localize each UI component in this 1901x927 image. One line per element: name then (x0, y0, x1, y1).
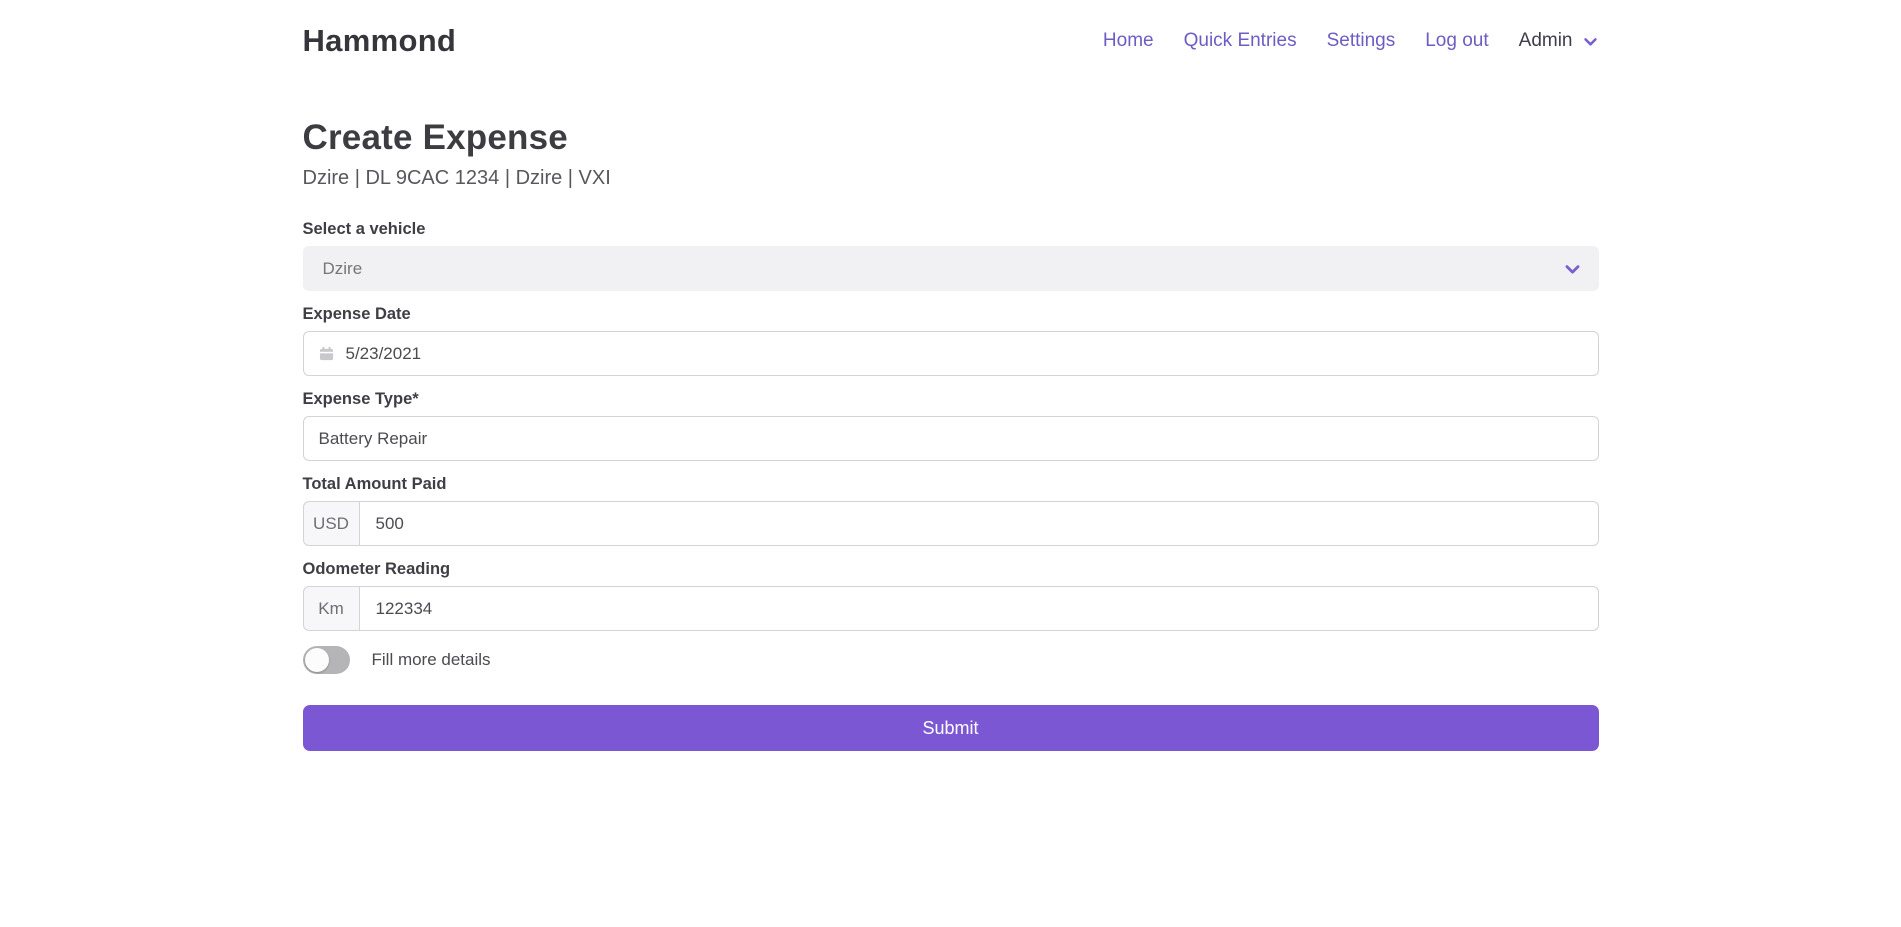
expense-date-input[interactable] (346, 332, 1583, 375)
top-navigation-bar: Hammond Home Quick Entries Settings Log … (303, 0, 1599, 64)
page-title: Create Expense (303, 118, 1599, 158)
nav-link-home[interactable]: Home (1103, 30, 1154, 52)
odometer-input[interactable] (376, 587, 1582, 630)
total-amount-box (360, 501, 1599, 546)
fill-more-details-label: Fill more details (372, 650, 491, 670)
submit-button[interactable]: Submit (303, 705, 1599, 751)
nav-link-settings[interactable]: Settings (1327, 30, 1396, 52)
main-nav: Home Quick Entries Settings Log out Admi… (1103, 30, 1599, 52)
fill-more-details-toggle[interactable] (303, 646, 350, 674)
expense-type-input[interactable] (319, 417, 1583, 460)
vehicle-select-wrapper: Dzire (303, 246, 1599, 291)
vehicle-select-label: Select a vehicle (303, 220, 1599, 239)
total-amount-label: Total Amount Paid (303, 475, 1599, 494)
expense-type-label: Expense Type* (303, 390, 1599, 409)
nav-link-quick-entries[interactable]: Quick Entries (1184, 30, 1297, 52)
calendar-icon (319, 346, 334, 361)
expense-date-box (303, 331, 1599, 376)
user-menu-label: Admin (1519, 30, 1573, 52)
vehicle-field: Select a vehicle Dzire (303, 220, 1599, 291)
nav-link-logout[interactable]: Log out (1425, 30, 1488, 52)
user-menu-admin[interactable]: Admin (1519, 30, 1599, 52)
vehicle-summary-subtitle: Dzire | DL 9CAC 1234 | Dzire | VXI (303, 167, 1599, 190)
distance-unit-addon: Km (303, 586, 360, 631)
odometer-field: Odometer Reading Km (303, 560, 1599, 631)
create-expense-form: Select a vehicle Dzire Expense Date (303, 220, 1599, 751)
total-amount-field: Total Amount Paid USD (303, 475, 1599, 546)
currency-addon: USD (303, 501, 360, 546)
chevron-down-icon (1582, 33, 1599, 50)
total-amount-group: USD (303, 501, 1599, 546)
odometer-label: Odometer Reading (303, 560, 1599, 579)
main-content: Create Expense Dzire | DL 9CAC 1234 | Dz… (303, 118, 1599, 751)
total-amount-input[interactable] (376, 502, 1582, 545)
expense-date-field: Expense Date (303, 305, 1599, 376)
brand-logo[interactable]: Hammond (303, 23, 457, 59)
expense-type-field: Expense Type* (303, 390, 1599, 461)
expense-type-box (303, 416, 1599, 461)
vehicle-select[interactable]: Dzire (303, 246, 1599, 291)
toggle-knob (305, 648, 329, 672)
odometer-group: Km (303, 586, 1599, 631)
more-details-row: Fill more details (303, 645, 1599, 675)
create-expense-page: Hammond Home Quick Entries Settings Log … (0, 0, 1901, 927)
odometer-box (360, 586, 1599, 631)
expense-date-label: Expense Date (303, 305, 1599, 324)
